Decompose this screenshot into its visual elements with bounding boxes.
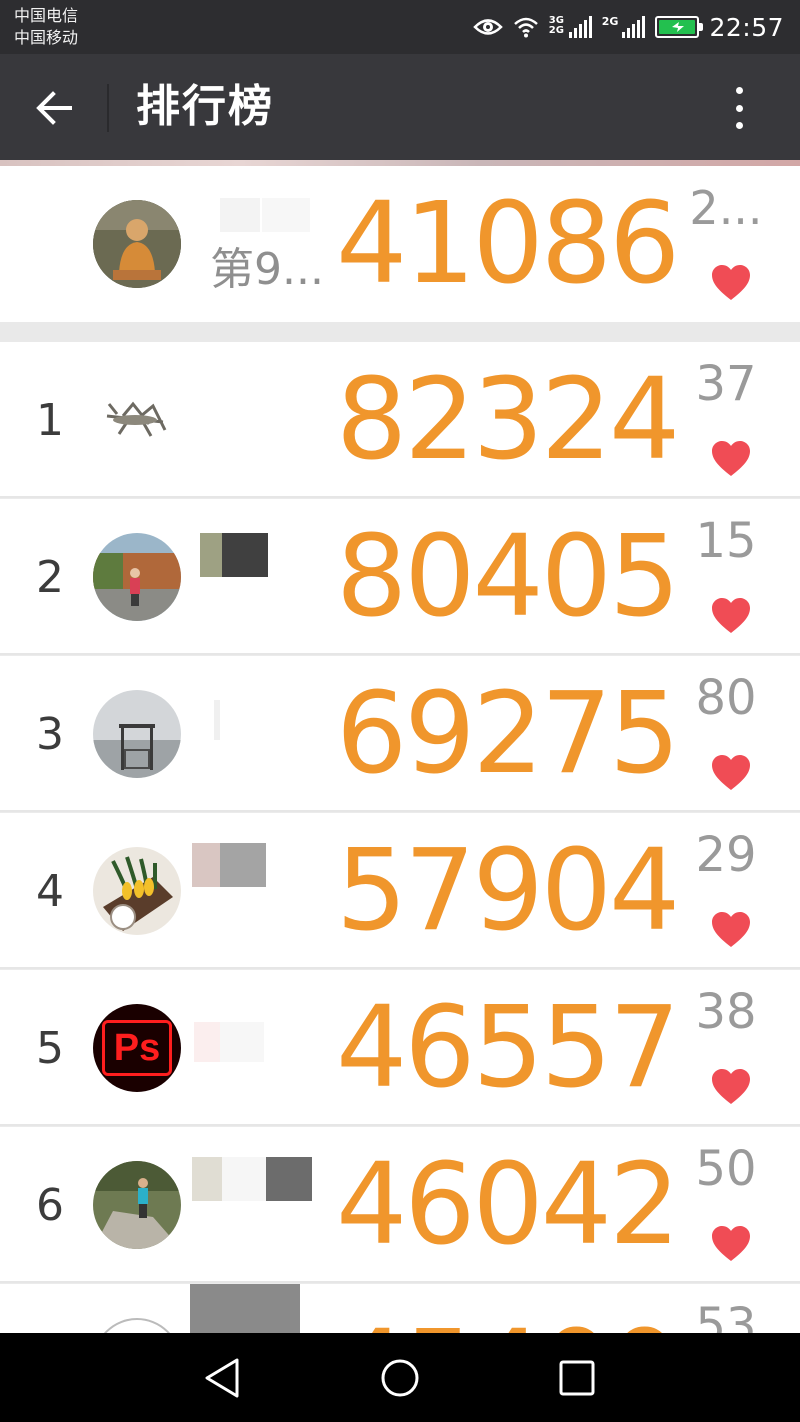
heart-icon[interactable] bbox=[710, 1225, 752, 1263]
rank-number: 4 bbox=[36, 865, 64, 917]
avatar[interactable] bbox=[93, 200, 181, 288]
battery-charging-icon bbox=[655, 16, 704, 38]
step-count: 46042 bbox=[336, 1140, 680, 1270]
like-count: 2... bbox=[689, 181, 763, 235]
step-count: 80405 bbox=[336, 512, 680, 642]
back-button[interactable] bbox=[22, 80, 86, 136]
heart-icon[interactable] bbox=[710, 597, 752, 635]
avatar[interactable] bbox=[93, 533, 181, 621]
wifi-icon bbox=[513, 17, 538, 38]
signal-icon: 3G 2G bbox=[549, 16, 592, 38]
navigation-bar bbox=[0, 1333, 800, 1422]
status-icons: 3G 2G 2G 22:57 bbox=[472, 8, 784, 46]
nickname-blurred bbox=[200, 533, 320, 579]
nickname-blurred bbox=[200, 196, 320, 242]
avatar[interactable] bbox=[93, 376, 181, 464]
page-title: 排行榜 bbox=[136, 81, 274, 132]
photoshop-logo-icon: Ps bbox=[102, 1020, 172, 1076]
heart-icon[interactable] bbox=[710, 440, 752, 478]
signal-2-label: 2G bbox=[601, 15, 619, 28]
like-count: 80 bbox=[695, 670, 757, 726]
rank-number: 3 bbox=[36, 708, 64, 760]
heart-icon[interactable] bbox=[710, 1068, 752, 1106]
heart-icon[interactable] bbox=[710, 911, 752, 949]
like-count: 38 bbox=[695, 984, 757, 1040]
heart-icon[interactable] bbox=[710, 264, 752, 302]
square-recents-icon[interactable] bbox=[552, 1353, 602, 1403]
status-time: 22:57 bbox=[709, 12, 784, 42]
title-divider bbox=[107, 84, 109, 132]
avatar[interactable]: Ps bbox=[93, 1004, 181, 1092]
step-count: 69275 bbox=[336, 669, 680, 799]
like-count: 37 bbox=[695, 356, 757, 412]
like-count: 50 bbox=[695, 1141, 757, 1197]
avatar[interactable] bbox=[93, 1161, 181, 1249]
nickname-blurred bbox=[192, 1157, 320, 1203]
rank-number: 6 bbox=[36, 1179, 64, 1231]
carrier-1-label: 中国电信 bbox=[14, 6, 79, 25]
like-count: 29 bbox=[695, 827, 757, 883]
arrow-left-icon bbox=[36, 91, 72, 125]
like-count: 15 bbox=[695, 513, 757, 569]
ranking-row[interactable]: 2 80405 15 bbox=[0, 499, 800, 655]
rank-number: 5 bbox=[36, 1022, 64, 1074]
avatar[interactable] bbox=[93, 690, 181, 778]
nickname-blurred bbox=[190, 1284, 320, 1333]
more-vertical-icon bbox=[735, 87, 743, 94]
carrier-2-label: 中国移动 bbox=[14, 28, 79, 47]
heart-icon[interactable] bbox=[710, 754, 752, 792]
nickname-blurred bbox=[192, 843, 320, 889]
avatar-text: Ps bbox=[113, 1026, 161, 1069]
avatar[interactable] bbox=[93, 1318, 181, 1333]
more-menu-button[interactable] bbox=[716, 82, 762, 134]
step-count: 57904 bbox=[336, 826, 680, 956]
like-count: 53 bbox=[695, 1298, 757, 1333]
signal-1-label: 3G 2G bbox=[548, 15, 564, 36]
section-gap bbox=[0, 322, 800, 342]
signal-icon: 2G bbox=[602, 16, 646, 38]
ranking-row[interactable]: 45400 53 bbox=[0, 1284, 800, 1333]
my-rank-text: 第9... bbox=[210, 244, 324, 295]
rank-number: 1 bbox=[36, 394, 64, 446]
nickname-blurred bbox=[194, 1000, 320, 1062]
step-count: 82324 bbox=[336, 355, 680, 485]
step-count: 45400 bbox=[336, 1308, 680, 1333]
title-bar: 排行榜 bbox=[0, 54, 800, 160]
status-bar: 中国电信 中国移动 3G 2G 2G 22:57 bbox=[0, 0, 800, 54]
step-count: 41086 bbox=[336, 179, 680, 309]
nickname-blurred bbox=[200, 686, 320, 740]
ranking-row[interactable]: 6 46042 50 bbox=[0, 1127, 800, 1283]
my-ranking-row[interactable]: 第9... 41086 2... bbox=[0, 166, 800, 322]
avatar[interactable] bbox=[93, 847, 181, 935]
circle-home-icon[interactable] bbox=[375, 1353, 425, 1403]
ranking-row[interactable]: 5 Ps 46557 38 bbox=[0, 970, 800, 1126]
triangle-back-icon[interactable] bbox=[197, 1353, 247, 1403]
step-count: 46557 bbox=[336, 983, 680, 1113]
ranking-row[interactable]: 4 57904 29 bbox=[0, 813, 800, 969]
carrier-info: 中国电信 中国移动 bbox=[14, 5, 78, 49]
eye-icon bbox=[472, 19, 503, 35]
rank-number: 2 bbox=[36, 551, 64, 603]
ranking-row[interactable]: 3 69275 80 bbox=[0, 656, 800, 812]
ranking-row[interactable]: 1 82324 37 bbox=[0, 342, 800, 498]
